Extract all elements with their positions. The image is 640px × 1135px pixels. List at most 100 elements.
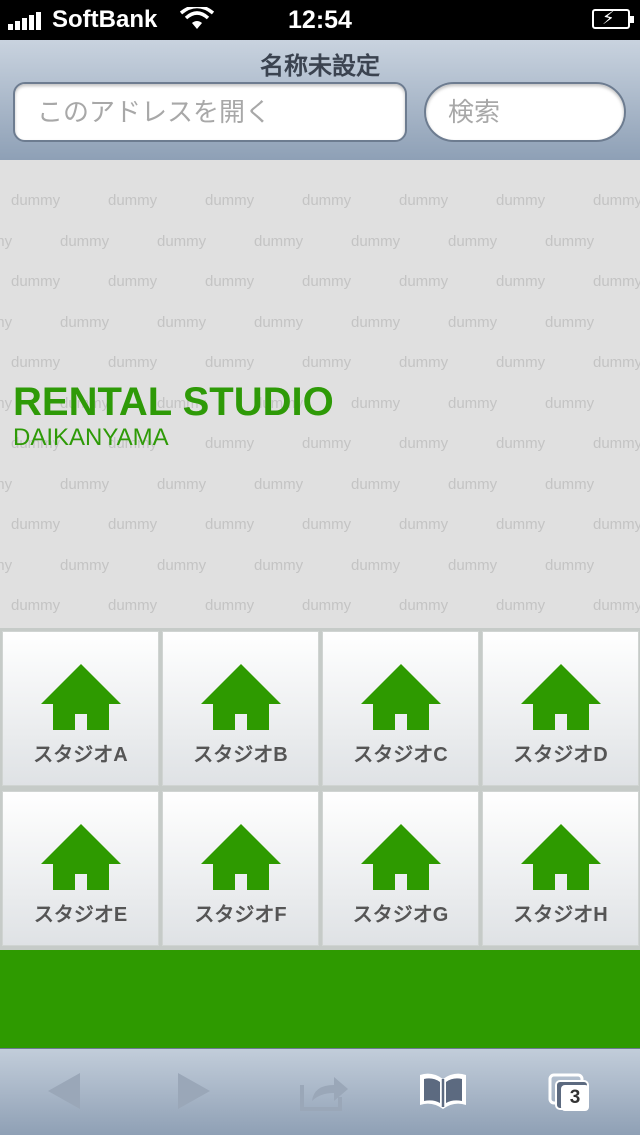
dummy-pattern-word: dummy xyxy=(0,313,13,331)
studio-tile-f[interactable]: スタジオF xyxy=(162,791,319,946)
studio-label: スタジオC xyxy=(353,744,448,766)
dummy-pattern-word: dummy xyxy=(254,313,304,331)
dummy-pattern-word: dummy xyxy=(593,435,640,452)
clock: 12:54 xyxy=(288,6,352,34)
dummy-pattern-word: dummy xyxy=(60,232,110,250)
studio-tile-g[interactable]: スタジオG xyxy=(322,791,479,946)
studio-label: スタジオD xyxy=(513,744,608,766)
studio-label: スタジオA xyxy=(33,744,128,766)
browser-navigation-bar: 名称未設定 このアドレスを開く 検索 xyxy=(0,40,640,161)
dummy-pattern-word: dummy xyxy=(108,273,158,290)
dummy-pattern-word: dummy xyxy=(545,475,595,493)
studio-label: スタジオG xyxy=(352,904,449,926)
dummy-pattern-word: dummy xyxy=(448,475,498,493)
dummy-pattern-word: dummy xyxy=(496,273,546,290)
dummy-pattern-word: dummy xyxy=(399,273,449,290)
dummy-pattern-word: dummy xyxy=(60,556,110,574)
dummy-pattern-word: dummy xyxy=(448,232,498,250)
dummy-pattern-word: dummy xyxy=(108,192,158,209)
dummy-pattern-word: dummy xyxy=(399,516,449,533)
dummy-pattern-word: dummy xyxy=(302,516,352,533)
dummy-pattern-word: dummy xyxy=(157,232,207,250)
page-title: 名称未設定 xyxy=(260,53,380,80)
dummy-pattern-row: dummydummydummydummydummydummydummydummy xyxy=(0,476,640,493)
dummy-pattern-word: dummy xyxy=(11,516,61,533)
home-icon xyxy=(41,824,121,890)
dummy-pattern-word: dummy xyxy=(254,556,304,574)
dummy-pattern-word: dummy xyxy=(496,435,546,452)
dummy-pattern-row: dummydummydummydummydummydummydummydummy xyxy=(0,557,640,574)
share-icon[interactable] xyxy=(300,1071,350,1111)
dummy-pattern-word: dummy xyxy=(351,313,401,331)
dummy-pattern-word: dummy xyxy=(545,394,595,412)
dummy-pattern-word: dummy xyxy=(448,313,498,331)
brand-logo: RENTAL STUDIO DAIKANYAMA xyxy=(13,380,334,452)
studio-label: スタジオH xyxy=(513,904,608,926)
dummy-pattern-word: dummy xyxy=(448,556,498,574)
dummy-pattern-word: dummy xyxy=(302,192,352,209)
dummy-pattern-word: dummy xyxy=(205,597,255,614)
dummy-pattern-word: dummy xyxy=(108,597,158,614)
dummy-pattern-row: dummydummydummydummydummydummydummydummy xyxy=(11,354,640,371)
dummy-pattern-word: dummy xyxy=(157,556,207,574)
status-bar: SoftBank 12:54 ⚡ xyxy=(0,0,640,40)
search-field[interactable]: 検索 xyxy=(424,82,626,142)
dummy-pattern-word: dummy xyxy=(205,273,255,290)
address-field[interactable]: このアドレスを開く xyxy=(13,82,407,142)
dummy-pattern-row: dummydummydummydummydummydummydummydummy xyxy=(11,273,640,290)
home-icon xyxy=(521,664,601,730)
studio-label: スタジオB xyxy=(193,744,288,766)
dummy-pattern-word: dummy xyxy=(545,313,595,331)
dummy-pattern-word: dummy xyxy=(108,354,158,371)
dummy-pattern-word: dummy xyxy=(205,192,255,209)
studio-tile-d[interactable]: スタジオD xyxy=(482,631,639,786)
home-icon xyxy=(201,824,281,890)
dummy-pattern-row: dummydummydummydummydummydummydummydummy xyxy=(0,314,640,331)
brand-subtitle: DAIKANYAMA xyxy=(13,424,169,451)
brand-title: RENTAL STUDIO xyxy=(13,380,334,424)
dummy-pattern-word: dummy xyxy=(60,313,110,331)
dummy-pattern-word: dummy xyxy=(593,516,640,533)
dummy-pattern-word: dummy xyxy=(302,597,352,614)
tab-count-badge[interactable]: 3 xyxy=(561,1085,589,1111)
dummy-pattern-word: dummy xyxy=(448,394,498,412)
studio-tile-h[interactable]: スタジオH xyxy=(482,791,639,946)
dummy-pattern-word: dummy xyxy=(351,232,401,250)
dummy-pattern-word: dummy xyxy=(399,435,449,452)
dummy-pattern-word: dummy xyxy=(205,516,255,533)
hero-banner: dummy dummy dummy dummy dummy dummy dummy dummy… xyxy=(0,160,640,628)
dummy-pattern-row: dummydummydummydummydummydummydummydummy xyxy=(0,233,640,250)
dummy-pattern-word: dummy xyxy=(399,597,449,614)
dummy-pattern-word: dummy xyxy=(302,354,352,371)
home-icon xyxy=(361,664,441,730)
studio-tile-e[interactable]: スタジオE xyxy=(2,791,159,946)
dummy-pattern-word: dummy xyxy=(254,475,304,493)
home-icon xyxy=(521,824,601,890)
studio-tile-b[interactable]: スタジオB xyxy=(162,631,319,786)
dummy-pattern-word: dummy xyxy=(593,354,640,371)
dummy-pattern-word: dummy xyxy=(60,475,110,493)
dummy-pattern-word: dummy xyxy=(496,354,546,371)
dummy-pattern-word: dummy xyxy=(0,556,13,574)
dummy-pattern-word: dummy xyxy=(593,273,640,290)
browser-toolbar: 3 xyxy=(0,1048,640,1135)
dummy-pattern-word: dummy xyxy=(302,273,352,290)
dummy-pattern-word: dummy xyxy=(593,192,640,209)
dummy-pattern-word: dummy xyxy=(108,516,158,533)
bookmarks-icon[interactable] xyxy=(418,1071,468,1111)
dummy-pattern-word: dummy xyxy=(496,516,546,533)
dummy-pattern-word: dummy xyxy=(157,475,207,493)
dummy-pattern-word: dummy xyxy=(11,192,61,209)
studio-tile-c[interactable]: スタジオC xyxy=(322,631,479,786)
dummy-pattern-row: dummydummydummydummydummydummydummydummy xyxy=(11,516,640,533)
dummy-pattern-word: dummy xyxy=(496,192,546,209)
back-arrow-icon[interactable] xyxy=(46,1071,82,1111)
dummy-pattern-word: dummy xyxy=(205,354,255,371)
dummy-pattern-word: dummy xyxy=(0,232,13,250)
dummy-pattern-word: dummy xyxy=(11,354,61,371)
battery-charging-icon: ⚡ xyxy=(592,8,634,29)
dummy-pattern-word: dummy xyxy=(254,232,304,250)
studio-tile-a[interactable]: スタジオA xyxy=(2,631,159,786)
forward-arrow-icon[interactable] xyxy=(176,1071,212,1111)
dummy-pattern-word: dummy xyxy=(157,313,207,331)
